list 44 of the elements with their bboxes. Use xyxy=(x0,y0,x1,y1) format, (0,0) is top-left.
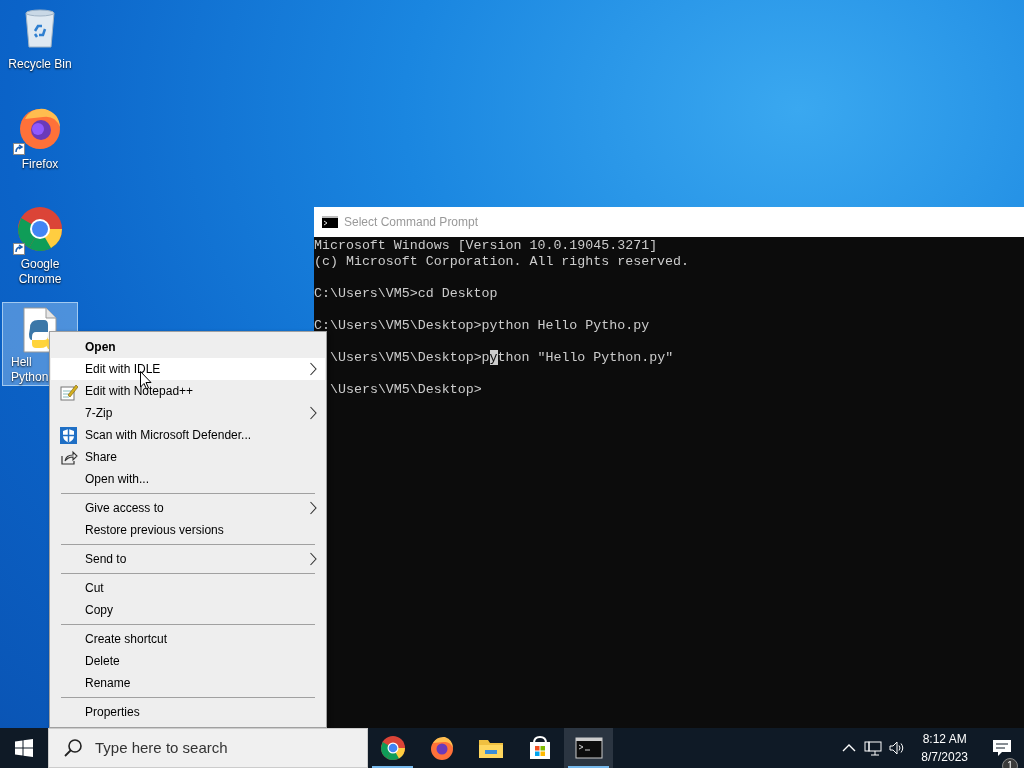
console-line: Microsoft Windows [Version 10.0.19045.3271] xyxy=(314,238,658,254)
menu-item[interactable]: 7-Zip xyxy=(51,402,325,424)
menu-item[interactable]: Scan with Microsoft Defender... xyxy=(51,424,325,446)
menu-item[interactable]: Rename xyxy=(51,672,325,694)
menu-item[interactable]: Restore previous versions xyxy=(51,519,325,541)
shield-icon xyxy=(60,427,78,445)
menu-item[interactable]: Cut xyxy=(51,577,325,599)
share-icon xyxy=(60,449,78,467)
console-line: C:\Users\VM5>cd Desktop xyxy=(314,286,498,302)
menu-item[interactable]: Send to xyxy=(51,548,325,570)
terminal-icon xyxy=(574,737,603,759)
menu-item[interactable]: Edit with Notepad++ xyxy=(51,380,325,402)
menu-item[interactable]: Delete xyxy=(51,650,325,672)
icon-label[interactable]: Firefox xyxy=(21,157,59,172)
menu-item[interactable]: Properties xyxy=(51,701,325,723)
notification-icon[interactable] xyxy=(992,739,1012,757)
console-line: \Users\VM5\Desktop> xyxy=(329,382,482,398)
menu-item[interactable]: Open xyxy=(51,336,325,358)
search-icon xyxy=(63,738,83,758)
browser-icon xyxy=(379,735,406,761)
menu-item[interactable]: Copy xyxy=(51,599,325,621)
network-icon[interactable] xyxy=(864,739,883,757)
icon-label[interactable]: Google xyxy=(20,257,60,272)
search-field[interactable]: Type here to search xyxy=(48,728,368,768)
menu-item[interactable]: Share xyxy=(51,446,325,468)
clock-time: 8:12 AM xyxy=(921,731,968,748)
clock-date: 8/7/2023 xyxy=(921,749,968,766)
icon-label[interactable]: Recycle Bin xyxy=(8,57,72,72)
window-title: Select Command Prompt xyxy=(344,214,479,231)
windows-logo-icon xyxy=(15,739,33,757)
menu-item[interactable]: Give access to xyxy=(51,497,325,519)
browser-icon[interactable] xyxy=(16,205,64,253)
notepad-icon xyxy=(60,383,78,401)
browser-icon xyxy=(428,735,455,761)
terminal-icon xyxy=(322,216,338,228)
store-bag-icon xyxy=(527,736,552,760)
menu-item[interactable]: Create shortcut xyxy=(51,628,325,650)
menu-item[interactable]: Edit with IDLE xyxy=(51,358,325,380)
console-line: C:\Users\VM5\Desktop>python Hello Pytho.py xyxy=(314,318,650,334)
taskbar-app-button[interactable] xyxy=(564,728,613,768)
folder-icon xyxy=(477,737,504,759)
menu-item[interactable]: Open with... xyxy=(51,468,325,490)
icon-label[interactable]: Chrome xyxy=(18,272,62,287)
console-line: (c) Microsoft Corporation. All rights reserved. xyxy=(314,254,690,270)
